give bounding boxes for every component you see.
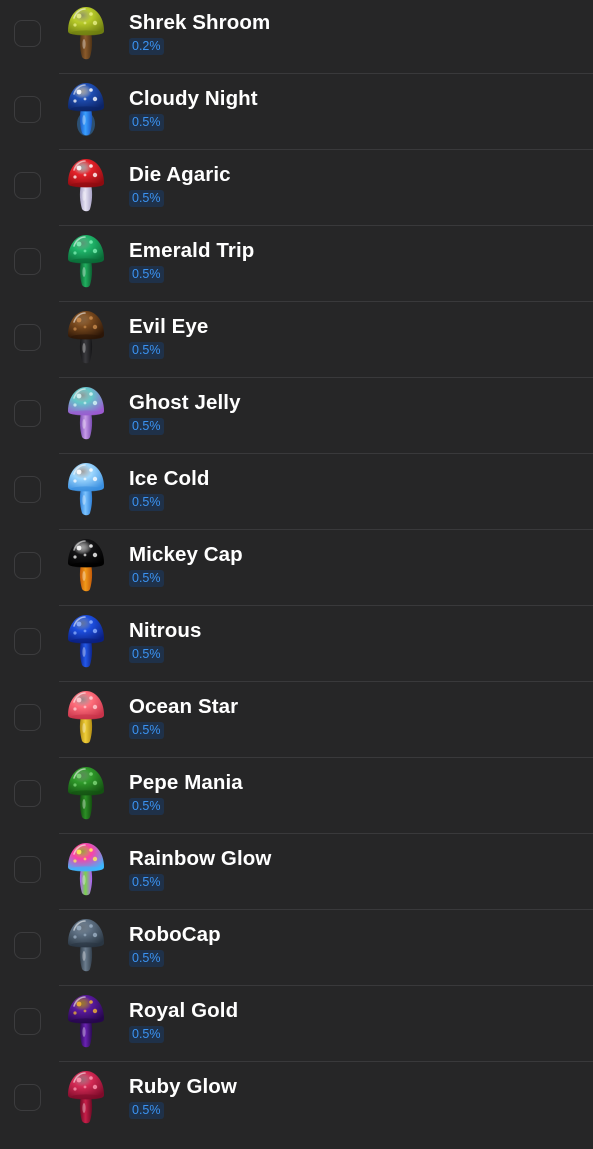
select-checkbox[interactable] — [14, 1008, 41, 1035]
list-item-mickey-cap[interactable]: Mickey Cap 0.5% — [0, 530, 593, 606]
drop-chance-badge: 0.2% — [129, 38, 164, 55]
drop-chance-badge: 0.5% — [129, 1102, 164, 1119]
item-name: Ruby Glow — [129, 1075, 237, 1098]
select-checkbox[interactable] — [14, 1084, 41, 1111]
item-name: Die Agaric — [129, 163, 231, 186]
list-item-evil-eye[interactable]: Evil Eye 0.5% — [0, 302, 593, 378]
select-checkbox[interactable] — [14, 476, 41, 503]
item-name: Pepe Mania — [129, 771, 243, 794]
list-item-pepe-mania[interactable]: Pepe Mania 0.5% — [0, 758, 593, 834]
drop-chance-badge: 0.5% — [129, 494, 164, 511]
nitrous-icon — [64, 612, 108, 670]
item-name: Ocean Star — [129, 695, 239, 718]
list-item-ghost-jelly[interactable]: Ghost Jelly 0.5% — [0, 378, 593, 454]
list-item-cloudy-night[interactable]: Cloudy Night 0.5% — [0, 74, 593, 150]
item-name: Mickey Cap — [129, 543, 243, 566]
select-checkbox[interactable] — [14, 552, 41, 579]
drop-chance-badge: 0.5% — [129, 722, 164, 739]
select-checkbox[interactable] — [14, 20, 41, 47]
item-name: RoboCap — [129, 923, 221, 946]
drop-chance-badge: 0.5% — [129, 190, 164, 207]
list-item-shrek-shroom[interactable]: Shrek Shroom 0.2% — [0, 0, 593, 74]
drop-chance-badge: 0.5% — [129, 950, 164, 967]
mushroom-list: Shrek Shroom 0.2% Cloudy Night 0.5% Die … — [0, 0, 593, 1149]
item-name: Shrek Shroom — [129, 11, 271, 34]
item-name: Ice Cold — [129, 467, 210, 490]
drop-chance-badge: 0.5% — [129, 266, 164, 283]
select-checkbox[interactable] — [14, 932, 41, 959]
ruby-glow-icon — [64, 1068, 108, 1126]
pepe-mania-icon — [64, 764, 108, 822]
select-checkbox[interactable] — [14, 324, 41, 351]
select-checkbox[interactable] — [14, 96, 41, 123]
drop-chance-badge: 0.5% — [129, 874, 164, 891]
select-checkbox[interactable] — [14, 172, 41, 199]
item-name: Royal Gold — [129, 999, 239, 1022]
list-item-emerald-trip[interactable]: Emerald Trip 0.5% — [0, 226, 593, 302]
item-name: Rainbow Glow — [129, 847, 272, 870]
list-item-ice-cold[interactable]: Ice Cold 0.5% — [0, 454, 593, 530]
ocean-star-icon — [64, 688, 108, 746]
select-checkbox[interactable] — [14, 628, 41, 655]
list-item-ocean-star[interactable]: Ocean Star 0.5% — [0, 682, 593, 758]
item-name: Nitrous — [129, 619, 202, 642]
drop-chance-badge: 0.5% — [129, 570, 164, 587]
evil-eye-icon — [64, 308, 108, 366]
list-item-robocap[interactable]: RoboCap 0.5% — [0, 910, 593, 986]
ghost-jelly-icon — [64, 384, 108, 442]
shrek-shroom-icon — [64, 4, 108, 62]
list-item-royal-gold[interactable]: Royal Gold 0.5% — [0, 986, 593, 1062]
drop-chance-badge: 0.5% — [129, 1026, 164, 1043]
list-item-rainbow-glow[interactable]: Rainbow Glow 0.5% — [0, 834, 593, 910]
select-checkbox[interactable] — [14, 856, 41, 883]
item-name: Cloudy Night — [129, 87, 258, 110]
emerald-trip-icon — [64, 232, 108, 290]
drop-chance-badge: 0.5% — [129, 114, 164, 131]
robocap-icon — [64, 916, 108, 974]
select-checkbox[interactable] — [14, 400, 41, 427]
die-agaric-icon — [64, 156, 108, 214]
list-item-ruby-glow[interactable]: Ruby Glow 0.5% — [0, 1062, 593, 1138]
drop-chance-badge: 0.5% — [129, 342, 164, 359]
list-item-die-agaric[interactable]: Die Agaric 0.5% — [0, 150, 593, 226]
drop-chance-badge: 0.5% — [129, 418, 164, 435]
mickey-cap-icon — [64, 536, 108, 594]
select-checkbox[interactable] — [14, 248, 41, 275]
select-checkbox[interactable] — [14, 780, 41, 807]
ice-cold-icon — [64, 460, 108, 518]
drop-chance-badge: 0.5% — [129, 798, 164, 815]
item-name: Ghost Jelly — [129, 391, 241, 414]
drop-chance-badge: 0.5% — [129, 646, 164, 663]
cloudy-night-icon — [64, 80, 108, 138]
rainbow-glow-icon — [64, 840, 108, 898]
select-checkbox[interactable] — [14, 704, 41, 731]
item-name: Emerald Trip — [129, 239, 255, 262]
item-name: Evil Eye — [129, 315, 209, 338]
royal-gold-icon — [64, 992, 108, 1050]
list-item-nitrous[interactable]: Nitrous 0.5% — [0, 606, 593, 682]
